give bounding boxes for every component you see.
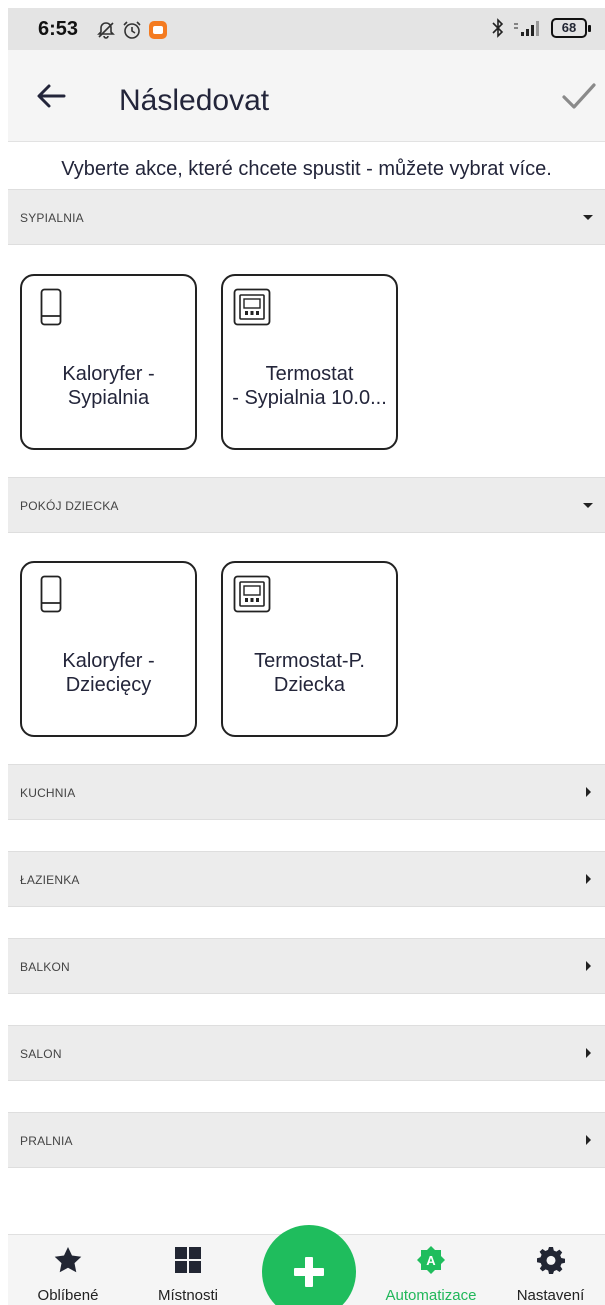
section-label: SALON <box>20 1047 62 1061</box>
chevron-down-icon <box>583 215 593 220</box>
device-card-termostat-dziecka[interactable]: Termostat-P. Dziecka <box>221 561 398 737</box>
nav-label: Automatizace <box>385 1287 477 1304</box>
page-title: Následovat <box>119 84 270 117</box>
device-label: Termostat - Sypialnia 10.0... <box>232 363 387 409</box>
device-label: Kaloryfer - Sypialnia <box>62 363 155 409</box>
device-label: Termostat-P. Dziecka <box>254 650 365 696</box>
section-header-balkon[interactable]: BALKON <box>8 938 605 994</box>
device-card-kaloryfer-dzieciecy[interactable]: Kaloryfer - Dziecięcy <box>20 561 197 737</box>
alarm-icon <box>123 21 141 39</box>
nav-label: Oblíbené <box>37 1287 99 1304</box>
chevron-right-icon <box>586 1048 591 1058</box>
section-label: POKÓJ DZIECKA <box>20 499 119 513</box>
device-label: Kaloryfer - Dziecięcy <box>62 650 155 696</box>
status-bar: 6:53 68 <box>8 8 605 50</box>
section-label: PRALNIA <box>20 1134 73 1148</box>
mi-app-icon <box>149 21 167 39</box>
chevron-right-icon <box>586 1135 591 1145</box>
gear-icon <box>536 1247 565 1274</box>
checkmark-icon[interactable] <box>561 80 597 112</box>
status-right: 68 <box>491 18 591 38</box>
nav-label: Nastavení <box>516 1287 585 1304</box>
section-label: KUCHNIA <box>20 786 76 800</box>
automation-icon: A <box>417 1246 445 1274</box>
thermostat-icon <box>233 575 271 613</box>
section-label: BALKON <box>20 960 70 974</box>
section-header-sypialnia[interactable]: SYPIALNIA <box>8 189 605 245</box>
nav-label: Místnosti <box>157 1287 218 1304</box>
section-header-pralnia[interactable]: PRALNIA <box>8 1112 605 1168</box>
nav-automation[interactable]: A Automatizace <box>376 1235 486 1305</box>
back-arrow-icon[interactable] <box>36 82 66 110</box>
battery-indicator: 68 <box>551 18 591 38</box>
app-screen: 6:53 68 Následovat Vyberte akce, které c… <box>8 8 605 1305</box>
nav-settings[interactable]: Nastavení <box>503 1235 598 1305</box>
chevron-right-icon <box>586 874 591 884</box>
nav-favorites[interactable]: Oblíbené <box>18 1235 118 1305</box>
plus-icon <box>294 1257 324 1287</box>
status-time: 6:53 <box>38 18 79 40</box>
section-header-salon[interactable]: SALON <box>8 1025 605 1081</box>
device-card-kaloryfer-sypialnia[interactable]: Kaloryfer - Sypialnia <box>20 274 197 450</box>
section-label: SYPIALNIA <box>20 211 84 225</box>
section-header-lazienka[interactable]: ŁAZIENKA <box>8 851 605 907</box>
instructions-text: Vyberte akce, které chcete spustit - můž… <box>61 158 552 180</box>
notifications-off-icon <box>97 22 115 39</box>
signal-icon <box>514 21 539 36</box>
svg-text:A: A <box>426 1253 436 1268</box>
section-header-pokoj-dziecka[interactable]: POKÓJ DZIECKA <box>8 477 605 533</box>
chevron-right-icon <box>586 787 591 797</box>
thermostat-icon <box>233 288 271 326</box>
radiator-icon <box>40 575 62 613</box>
radiator-icon <box>40 288 62 326</box>
bluetooth-icon <box>492 18 504 38</box>
chevron-right-icon <box>586 961 591 971</box>
section-label: ŁAZIENKA <box>20 873 80 887</box>
chevron-down-icon <box>583 503 593 508</box>
grid-icon <box>175 1247 201 1273</box>
star-icon <box>54 1247 82 1273</box>
section-header-kuchnia[interactable]: KUCHNIA <box>8 764 605 820</box>
app-header: Následovat <box>8 50 605 142</box>
device-card-termostat-sypialnia[interactable]: Termostat - Sypialnia 10.0... <box>221 274 398 450</box>
nav-rooms[interactable]: Místnosti <box>138 1235 238 1305</box>
